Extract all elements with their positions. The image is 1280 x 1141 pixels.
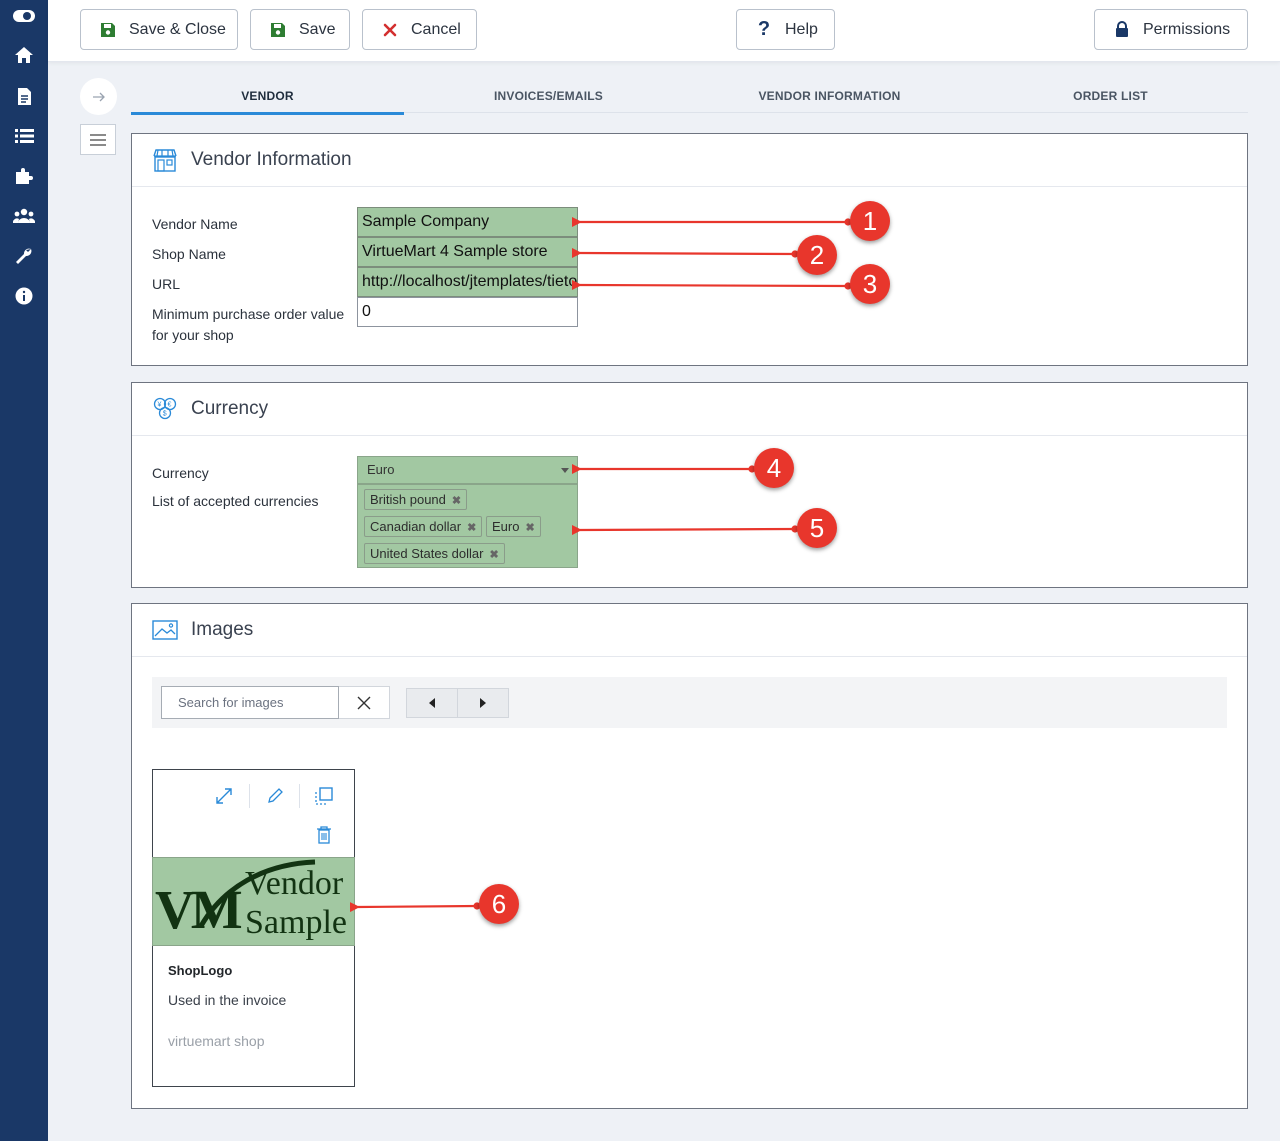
tab-invoices-emails[interactable]: INVOICES/EMAILS <box>412 78 685 113</box>
currency-chip[interactable]: British pound ✖ <box>364 489 468 510</box>
callout-6: 6 <box>479 884 519 924</box>
images-panel: Images Search for images VM Vendor Sampl… <box>131 603 1248 1109</box>
currency-chip[interactable]: Euro ✖ <box>486 516 541 537</box>
prev-page-button[interactable] <box>407 689 458 717</box>
caret-left-icon <box>429 698 435 708</box>
currency-select[interactable]: Euro <box>357 456 578 484</box>
remove-icon[interactable]: ✖ <box>452 495 461 507</box>
home-icon[interactable] <box>12 43 36 67</box>
permissions-button[interactable]: Permissions <box>1094 9 1248 50</box>
help-button[interactable]: ? Help <box>736 9 835 50</box>
currency-select-value: Euro <box>367 462 395 477</box>
puzzle-icon[interactable] <box>12 164 36 188</box>
shop-name-label: Shop Name <box>152 246 226 262</box>
svg-text:¥: ¥ <box>158 402 162 409</box>
toolbar: Save & Close Save Cancel ? Help Permissi… <box>48 0 1280 62</box>
url-label: URL <box>152 276 181 292</box>
tab-order-list[interactable]: ORDER LIST <box>974 78 1247 113</box>
document-icon[interactable] <box>12 84 36 108</box>
tab-vendor-information[interactable]: VENDOR INFORMATION <box>693 78 966 113</box>
remove-icon[interactable]: ✖ <box>467 522 476 534</box>
pagination <box>406 688 509 718</box>
chevron-down-icon <box>561 468 569 473</box>
permissions-label: Permissions <box>1143 20 1231 38</box>
image-title: ShopLogo <box>168 963 233 978</box>
question-icon: ? <box>757 18 771 40</box>
callout-1: 1 <box>850 201 890 241</box>
menu-toggle-button[interactable] <box>80 124 116 155</box>
store-icon <box>152 147 178 173</box>
callout-5: 5 <box>797 508 837 548</box>
logo-line1: Vendor <box>245 865 344 902</box>
shop-logo-image[interactable]: VM Vendor Sample <box>152 857 355 946</box>
collapse-tabs-button[interactable] <box>80 78 117 115</box>
svg-text:$: $ <box>163 411 167 418</box>
info-icon[interactable] <box>12 284 36 308</box>
next-page-button[interactable] <box>458 689 508 717</box>
copy-icon[interactable] <box>313 785 335 807</box>
currency-label: Currency <box>152 465 209 481</box>
currency-chip[interactable]: United States dollar ✖ <box>364 543 505 564</box>
min-order-label-line2: for your shop <box>152 327 234 343</box>
close-icon <box>381 21 399 39</box>
expand-icon[interactable] <box>213 785 235 807</box>
cancel-button[interactable]: Cancel <box>362 9 477 50</box>
remove-icon[interactable]: ✖ <box>489 549 498 561</box>
tab-bar: VENDOR INVOICES/EMAILS VENDOR INFORMATIO… <box>131 78 1248 115</box>
trash-icon[interactable] <box>313 824 335 846</box>
images-title: Images <box>191 619 254 640</box>
arrow-right-icon <box>92 92 105 101</box>
toggle-icon[interactable] <box>12 4 36 28</box>
currency-chip[interactable]: Canadian dollar ✖ <box>364 516 483 537</box>
help-label: Help <box>785 20 818 38</box>
remove-icon[interactable]: ✖ <box>525 522 534 534</box>
close-icon <box>357 696 371 709</box>
currency-panel: ¥ € $ Currency Currency Euro List of accep… <box>131 382 1248 588</box>
cancel-label: Cancel <box>411 20 461 38</box>
min-order-label-line1: Minimum purchase order value <box>152 306 345 322</box>
users-icon[interactable] <box>12 204 36 228</box>
currency-icon: ¥ € $ <box>152 396 178 422</box>
callout-2: 2 <box>797 235 837 275</box>
sidebar <box>0 0 48 1141</box>
clear-search-button[interactable] <box>339 686 390 719</box>
url-input[interactable]: http://localhost/jtemplates/tieto <box>357 267 578 297</box>
save-label: Save <box>299 20 336 38</box>
edit-icon[interactable] <box>264 785 286 807</box>
image-description: Used in the invoice <box>168 992 287 1008</box>
vendor-name-label: Vendor Name <box>152 216 238 232</box>
floppy-icon <box>269 21 287 39</box>
image-meta: virtuemart shop <box>168 1033 265 1049</box>
lock-icon <box>1113 21 1131 39</box>
min-order-input[interactable]: 0 <box>357 297 578 327</box>
vendor-information-title: Vendor Information <box>191 149 352 170</box>
logo-line2: Sample <box>245 904 347 941</box>
tab-vendor[interactable]: VENDOR <box>131 78 404 115</box>
wrench-icon[interactable] <box>12 244 36 268</box>
list-icon[interactable] <box>12 124 36 148</box>
svg-text:€: € <box>168 402 172 409</box>
image-card: VM Vendor Sample ShopLogo Used in the in… <box>152 769 355 1087</box>
currency-title: Currency <box>191 398 269 419</box>
hamburger-icon <box>90 133 106 146</box>
floppy-icon <box>99 21 117 39</box>
search-images-input[interactable]: Search for images <box>161 686 339 719</box>
vendor-information-panel: Vendor Information Vendor Name Sample Co… <box>131 133 1248 366</box>
caret-right-icon <box>480 698 486 708</box>
save-button[interactable]: Save <box>250 9 350 50</box>
save-close-button[interactable]: Save & Close <box>80 9 238 50</box>
image-search-bar: Search for images <box>152 677 1227 728</box>
save-close-label: Save & Close <box>129 20 226 38</box>
callout-4: 4 <box>754 448 794 488</box>
accepted-currencies-multiselect[interactable]: British pound ✖ Canadian dollar ✖ Euro ✖ Un… <box>357 484 578 568</box>
shop-name-input[interactable]: VirtueMart 4 Sample store <box>357 237 578 267</box>
image-icon <box>152 617 178 643</box>
accepted-currencies-label: List of accepted currencies <box>152 493 319 509</box>
callout-3: 3 <box>850 264 890 304</box>
logo-mark: VM <box>155 879 243 940</box>
vendor-name-input[interactable]: Sample Company <box>357 207 578 237</box>
